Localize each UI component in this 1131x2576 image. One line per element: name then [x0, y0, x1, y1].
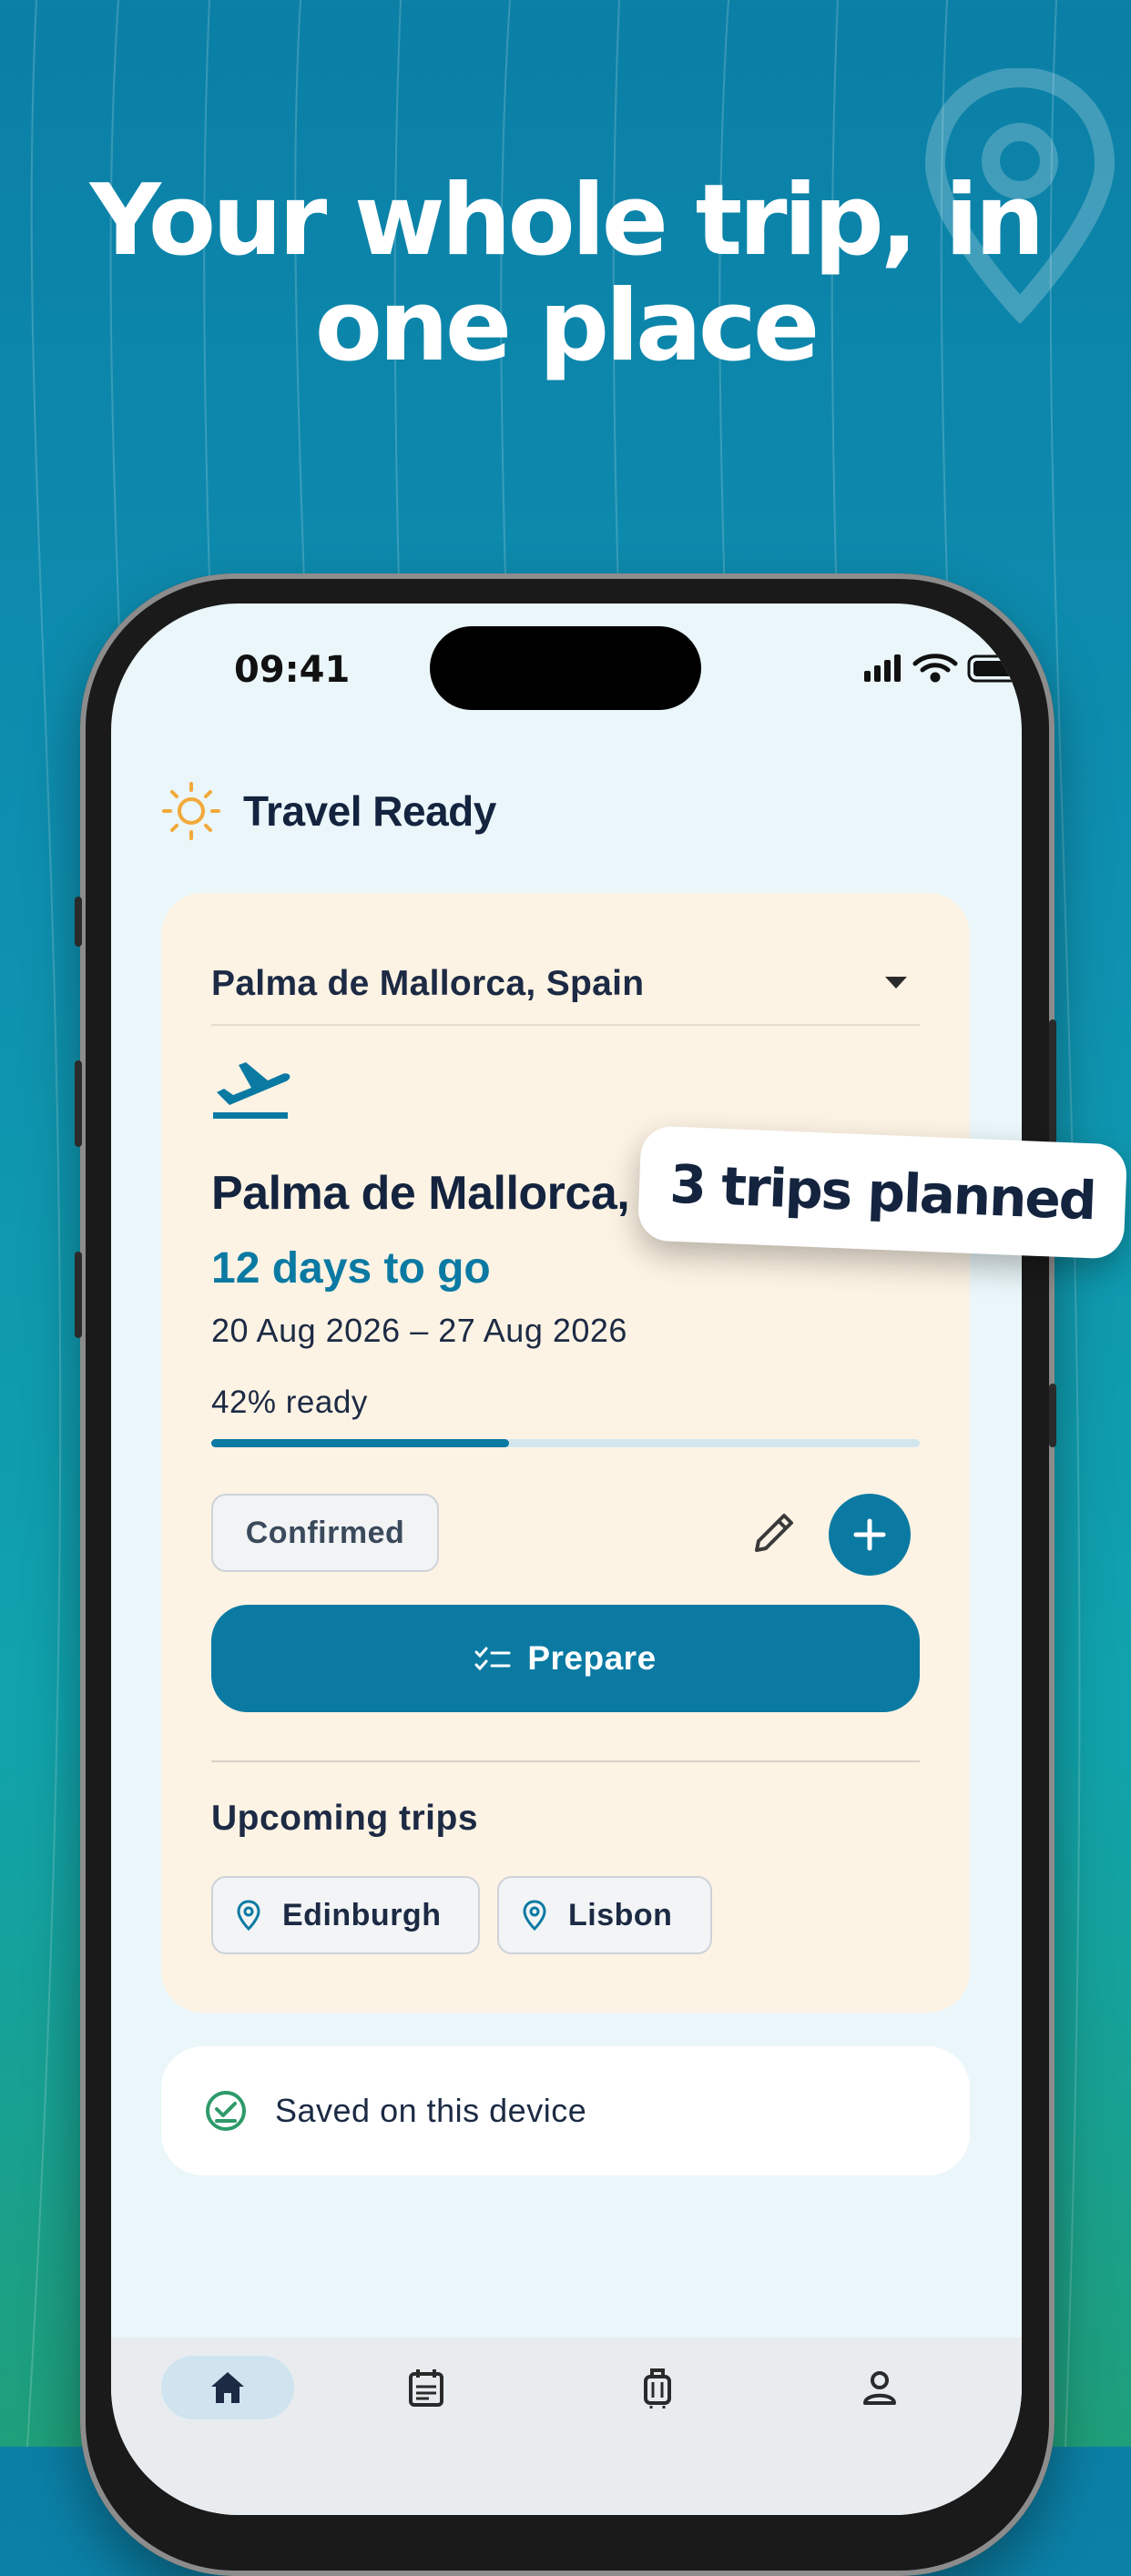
headline-line-1: Your whole trip, in — [89, 164, 1045, 278]
phone-volume-up-button — [75, 1060, 82, 1147]
trips-planned-sticker: 3 trips planned — [637, 1125, 1128, 1260]
trip-title: Palma de Mallorca, — [211, 1167, 630, 1220]
app-header: Travel Ready — [161, 781, 496, 841]
battery-icon — [967, 654, 1022, 683]
trip-dates: 20 Aug 2026 – 27 Aug 2026 — [211, 1312, 627, 1349]
status-badge: Confirmed — [211, 1494, 439, 1572]
bottom-tab-bar — [111, 2338, 1022, 2515]
tab-calendar[interactable] — [360, 2356, 493, 2419]
card-divider — [211, 1760, 920, 1762]
profile-icon — [863, 2371, 896, 2405]
prepare-button[interactable]: Prepare — [211, 1605, 920, 1712]
checklist-icon — [474, 1647, 511, 1671]
status-time: 09:41 — [234, 649, 351, 691]
upcoming-trip-chip-edinburgh[interactable]: Edinburgh — [211, 1876, 480, 1954]
luggage-icon — [644, 2368, 671, 2409]
upcoming-trip-chip-lisbon[interactable]: Lisbon — [497, 1876, 712, 1954]
headline-line-2: one place — [314, 269, 820, 383]
destination-select-value: Palma de Mallorca, Spain — [211, 964, 645, 1003]
plus-icon — [853, 1518, 886, 1551]
prepare-button-label: Prepare — [527, 1639, 657, 1677]
signal-icon — [864, 654, 901, 682]
home-icon — [211, 2372, 244, 2403]
add-trip-button[interactable] — [829, 1494, 911, 1576]
airplane-takeoff-icon — [213, 1062, 290, 1119]
phone-screen: 09:41 Travel Ready Palma de Mallorca, Sp… — [111, 603, 1022, 2515]
destination-select[interactable]: Palma de Mallorca, Spain — [211, 957, 920, 1026]
phone-side-button — [75, 897, 82, 947]
trip-card: Palma de Mallorca, Spain Palma de Mallor… — [161, 893, 970, 2013]
app-title: Travel Ready — [243, 787, 496, 835]
status-icons — [864, 654, 1022, 683]
tab-luggage[interactable] — [591, 2356, 724, 2419]
phone-power-button — [1049, 1019, 1056, 1156]
hero-headline: Your whole trip, in one place — [0, 168, 1131, 380]
upcoming-trip-label: Lisbon — [568, 1897, 673, 1932]
tab-home[interactable] — [161, 2356, 294, 2419]
sun-icon — [162, 782, 220, 840]
location-pin-icon — [237, 1900, 260, 1932]
upcoming-trip-label: Edinburgh — [282, 1897, 442, 1932]
phone-power-lower-button — [1049, 1384, 1056, 1447]
readiness-label: 42% ready — [211, 1384, 368, 1420]
phone-volume-down-button — [75, 1252, 82, 1338]
chevron-down-icon — [885, 977, 907, 989]
location-pin-icon — [523, 1900, 546, 1932]
wifi-icon — [912, 654, 958, 683]
edit-pencil-icon[interactable] — [744, 1503, 804, 1563]
saved-status-card: Saved on this device — [161, 2046, 970, 2175]
trip-countdown: 12 days to go — [211, 1244, 491, 1293]
dynamic-island — [430, 626, 701, 710]
readiness-progress-fill — [211, 1439, 509, 1447]
check-circle-icon — [206, 2091, 246, 2131]
tab-profile[interactable] — [813, 2356, 946, 2419]
calendar-icon — [409, 2369, 443, 2407]
upcoming-trips-title: Upcoming trips — [211, 1799, 479, 1838]
readiness-progress-bar — [211, 1439, 920, 1447]
saved-status-label: Saved on this device — [275, 2092, 587, 2129]
